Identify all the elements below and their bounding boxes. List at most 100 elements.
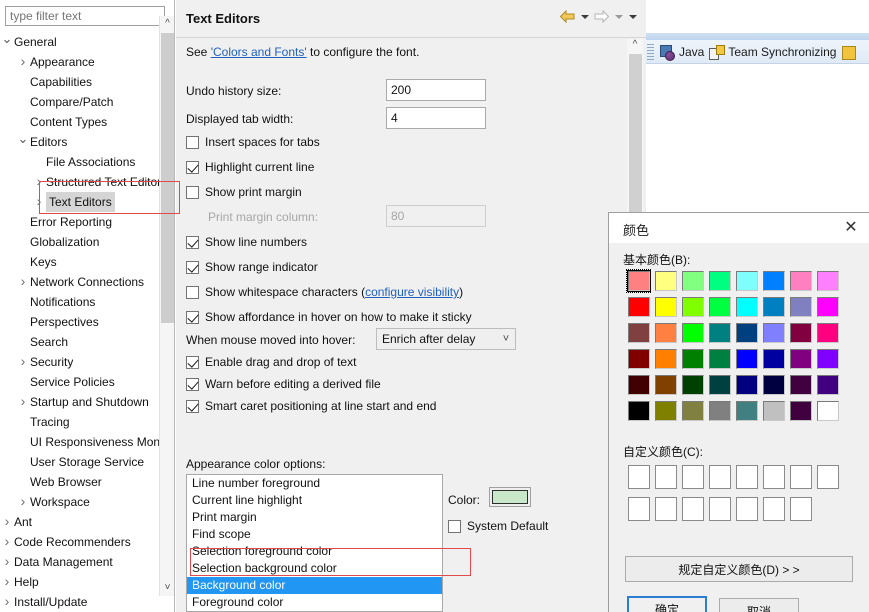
appearance-list-item[interactable]: Current line highlight — [187, 492, 442, 509]
tree-item[interactable]: Service Policies — [0, 372, 160, 392]
basic-color-cell[interactable] — [787, 346, 814, 372]
basic-color-cell[interactable] — [625, 268, 652, 294]
appearance-color-options-list[interactable]: Line number foreground Current line highl… — [186, 474, 443, 612]
checkbox-enable-drag-and-drop[interactable]: Enable drag and drop of text — [186, 355, 356, 369]
basic-color-cell[interactable] — [652, 346, 679, 372]
cancel-button[interactable]: 取消 — [719, 598, 799, 612]
checkbox-box[interactable] — [186, 310, 199, 324]
custom-color-cell[interactable] — [787, 461, 814, 493]
basic-color-cell[interactable] — [625, 346, 652, 372]
basic-color-cell[interactable] — [679, 320, 706, 346]
basic-color-cell[interactable] — [787, 268, 814, 294]
basic-color-cell[interactable] — [787, 398, 814, 424]
tree-item[interactable]: Tracing — [0, 412, 160, 432]
tree-item[interactable]: Structured Text Editors — [0, 172, 160, 192]
perspective-switcher-bar[interactable]: Java Team Synchronizing — [645, 40, 869, 64]
custom-color-cell[interactable] — [625, 461, 652, 493]
tree-scroll-up-icon[interactable]: ^ — [160, 16, 175, 32]
tree-item[interactable]: General — [0, 32, 160, 52]
chevron-right-icon[interactable] — [16, 352, 30, 372]
basic-color-cell[interactable] — [733, 320, 760, 346]
appearance-list-item[interactable]: Print margin — [187, 509, 442, 526]
undo-history-input[interactable]: 200 — [386, 79, 486, 101]
define-custom-colors-button[interactable]: 规定自定义颜色(D) > > — [625, 556, 853, 582]
basic-color-cell[interactable] — [760, 268, 787, 294]
basic-colors-grid[interactable] — [625, 268, 841, 424]
tree-item[interactable]: Code Recommenders — [0, 532, 160, 552]
basic-color-cell[interactable] — [733, 398, 760, 424]
basic-color-cell[interactable] — [760, 346, 787, 372]
tree-scroll-down-icon[interactable]: ˅ — [160, 580, 175, 596]
appearance-list-item[interactable]: Find scope — [187, 526, 442, 543]
basic-color-cell[interactable] — [787, 294, 814, 320]
tab-width-input[interactable]: 4 — [386, 107, 486, 129]
basic-color-cell[interactable] — [625, 398, 652, 424]
chevron-right-icon[interactable] — [16, 492, 30, 512]
basic-color-cell[interactable] — [679, 268, 706, 294]
forward-arrow-icon[interactable] — [593, 9, 610, 24]
checkbox-box[interactable] — [186, 160, 199, 174]
basic-color-cell[interactable] — [814, 372, 841, 398]
appearance-list-item[interactable]: Line number foreground — [187, 475, 442, 492]
custom-color-cell[interactable] — [652, 461, 679, 493]
basic-color-cell[interactable] — [787, 372, 814, 398]
basic-color-cell[interactable] — [733, 372, 760, 398]
custom-color-cell[interactable] — [787, 493, 814, 525]
checkbox-warn-before-editing-derived[interactable]: Warn before editing a derived file — [186, 377, 381, 391]
tree-item[interactable]: Globalization — [0, 232, 160, 252]
chevron-down-icon[interactable] — [0, 32, 14, 52]
tree-item[interactable]: Web Browser — [0, 472, 160, 492]
basic-color-cell[interactable] — [733, 294, 760, 320]
custom-colors-grid[interactable] — [625, 461, 841, 525]
tree-item[interactable]: Workspace — [0, 492, 160, 512]
forward-dropdown-caret-icon[interactable] — [613, 11, 624, 22]
checkbox-box[interactable] — [186, 235, 199, 249]
tree-item[interactable]: Capabilities — [0, 72, 160, 92]
checkbox-show-whitespace-characters[interactable]: Show whitespace characters (configure vi… — [186, 285, 463, 299]
checkbox-smart-caret-positioning[interactable]: Smart caret positioning at line start an… — [186, 399, 436, 413]
checkbox-show-affordance-in-hover[interactable]: Show affordance in hover on how to make … — [186, 310, 472, 324]
checkbox-show-line-numbers[interactable]: Show line numbers — [186, 235, 307, 249]
checkbox-box[interactable] — [186, 399, 199, 413]
back-dropdown-caret-icon[interactable] — [579, 11, 590, 22]
tree-item[interactable]: Security — [0, 352, 160, 372]
basic-color-cell[interactable] — [679, 346, 706, 372]
basic-color-cell[interactable] — [652, 268, 679, 294]
checkbox-box[interactable] — [186, 260, 199, 274]
basic-color-cell[interactable] — [679, 294, 706, 320]
configure-visibility-link[interactable]: configure visibility — [365, 285, 459, 299]
basic-color-cell[interactable] — [625, 320, 652, 346]
tree-item[interactable]: Network Connections — [0, 272, 160, 292]
basic-color-cell[interactable] — [706, 372, 733, 398]
custom-color-cell[interactable] — [679, 493, 706, 525]
chevron-right-icon[interactable] — [32, 192, 46, 212]
perspective-java[interactable]: Java — [659, 44, 704, 61]
appearance-list-item[interactable]: Background color — [187, 577, 442, 594]
checkbox-show-print-margin[interactable]: Show print margin — [186, 185, 302, 199]
checkbox-box[interactable] — [448, 519, 461, 533]
tree-item[interactable]: Ant — [0, 512, 160, 532]
chevron-right-icon[interactable] — [0, 592, 14, 612]
checkbox-box[interactable] — [186, 355, 199, 369]
checkbox-show-range-indicator[interactable]: Show range indicator — [186, 260, 318, 274]
chevron-right-icon[interactable] — [0, 572, 14, 592]
checkbox-box[interactable] — [186, 377, 199, 391]
perspective-team-synchronizing[interactable]: Team Synchronizing — [708, 44, 836, 60]
tree-item[interactable]: Error Reporting — [0, 212, 160, 232]
chevron-right-icon[interactable] — [16, 392, 30, 412]
tree-scrollbar-thumb[interactable] — [161, 33, 174, 323]
tree-item[interactable]: Perspectives — [0, 312, 160, 332]
custom-color-cell[interactable] — [679, 461, 706, 493]
appearance-list-item[interactable]: Selection background color — [187, 560, 442, 577]
tree-item[interactable]: User Storage Service — [0, 452, 160, 472]
filter-input[interactable] — [5, 6, 165, 26]
basic-color-cell[interactable] — [760, 398, 787, 424]
color-swatch-button[interactable] — [489, 487, 531, 507]
chevron-right-icon[interactable] — [16, 272, 30, 292]
custom-color-cell[interactable] — [760, 461, 787, 493]
checkbox-highlight-current-line[interactable]: Highlight current line — [186, 160, 314, 174]
tree-item[interactable]: UI Responsiveness Monitoring — [0, 432, 160, 452]
basic-color-cell[interactable] — [814, 346, 841, 372]
preferences-tree-scroll[interactable]: General Appearance Capabilities Compare/Pat… — [0, 32, 175, 612]
basic-color-cell[interactable] — [733, 346, 760, 372]
